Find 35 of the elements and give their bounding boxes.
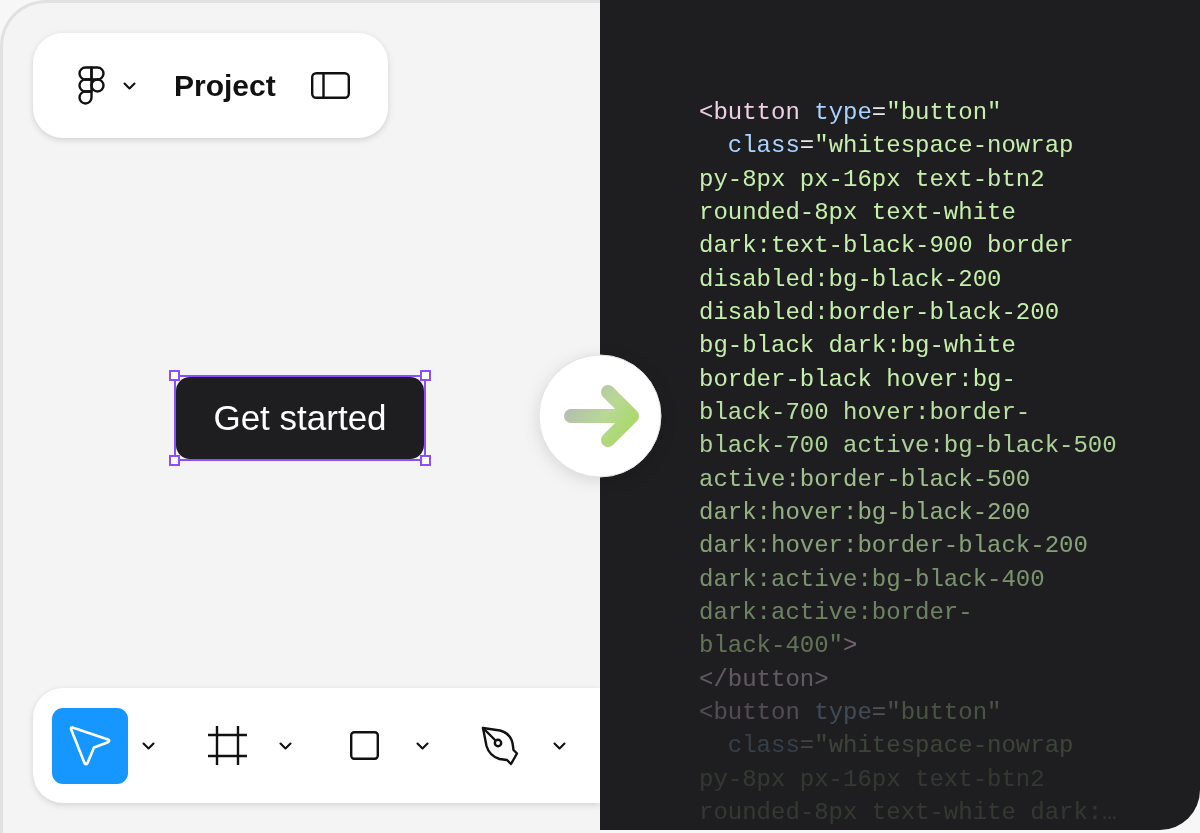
chevron-icon[interactable] — [279, 741, 292, 750]
code-line: dark:active:border- — [699, 597, 973, 628]
code-line: class="whitespace-nowrap — [726, 131, 1074, 162]
code-line: </button> — [699, 664, 829, 695]
chevron-icon[interactable] — [142, 741, 155, 750]
code-line: black-700 hover:border- — [699, 397, 1031, 428]
chevron-icon[interactable] — [416, 741, 429, 750]
code-line: active:border-black-500 — [699, 464, 1031, 495]
rectangle-icon — [349, 731, 379, 760]
code-line: dark:text-black-900 border — [699, 231, 1074, 262]
get-started-button[interactable]: Get started — [176, 376, 424, 459]
resize-handle-icon[interactable] — [169, 454, 180, 466]
code-line: <button type="button" — [699, 98, 1002, 128]
code-line: border-black hover:bg- — [699, 364, 1016, 395]
code-line: dark:hover:border-black-200 — [699, 531, 1088, 562]
code-line: rounded-8px text-white — [699, 198, 1016, 228]
code-line: black-400"> — [699, 631, 858, 662]
code-line: dark:hover:bg-black-200 — [699, 497, 1031, 528]
pointer-icon — [68, 724, 112, 767]
resize-handle-icon[interactable] — [420, 369, 431, 381]
code-line: disabled:border-black-200 — [699, 297, 1060, 328]
code-line: disabled:bg-black-200 — [699, 264, 1002, 295]
code-line: dark:active:bg-black-400 — [699, 564, 1045, 595]
chevron-icon[interactable] — [553, 741, 566, 750]
resize-handle-icon[interactable] — [169, 369, 180, 381]
resize-handle-icon[interactable] — [420, 454, 431, 466]
logo-icon[interactable] — [78, 66, 105, 105]
chevron-icon[interactable] — [123, 81, 136, 90]
project-name: Project — [174, 68, 276, 103]
code-line: py-8px px-16px text-btn2 — [699, 164, 1045, 195]
sidebar-icon[interactable] — [310, 72, 350, 99]
code-line: black-700 active:bg-black-500 — [699, 431, 1117, 462]
frame-icon — [207, 726, 247, 765]
pointer-tool-button[interactable] — [52, 707, 128, 784]
code-line: bg-black dark:bg-white — [699, 331, 1016, 362]
